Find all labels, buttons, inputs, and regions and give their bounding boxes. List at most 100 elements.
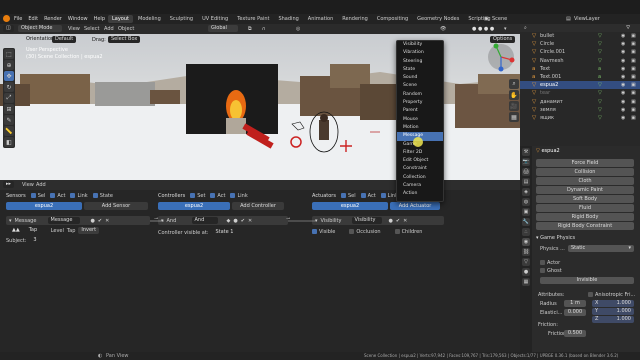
select-tool-icon[interactable]: ⬚ — [4, 49, 14, 59]
menu-item-parent[interactable]: Parent — [397, 107, 443, 115]
rotate-tool-icon[interactable]: ↻ — [4, 82, 14, 92]
outliner-funnel-icon[interactable]: ⛛ — [626, 25, 630, 31]
menu-item-mouse[interactable]: Mouse — [397, 116, 443, 124]
menu-select[interactable]: Select — [84, 26, 99, 32]
object-tab-icon[interactable]: ▣ — [522, 208, 530, 216]
outliner-filter-icon[interactable]: ⌕ — [524, 25, 527, 31]
menu-window[interactable]: Window — [68, 16, 88, 22]
children-checkbox[interactable]: Children — [394, 229, 422, 235]
outliner-item-selected[interactable]: ▽ espua2 ▽ ◉ ▣ — [520, 81, 640, 90]
invisible-toggle[interactable]: Invisible — [540, 277, 634, 284]
menu-item-random[interactable]: Random — [397, 91, 443, 99]
actuators-toggle-act[interactable]: Act — [360, 193, 376, 199]
radius-field[interactable]: 1 m — [564, 300, 586, 307]
zoom-icon[interactable]: ⌕ — [509, 79, 519, 89]
cursor-tool-icon[interactable]: ⊕ — [4, 60, 14, 70]
particles-tab-icon[interactable]: ∴ — [522, 228, 530, 236]
outliner-item[interactable]: ▽ ящик ▽ ◉ ▣ — [520, 114, 640, 122]
outliner-item[interactable]: ▽ Navmesh ▽ ◉ ▣ — [520, 57, 640, 65]
add-actuator-button[interactable]: Add Actuator — [390, 202, 440, 210]
tab-layout[interactable]: Layout — [108, 15, 133, 23]
menu-item-sound[interactable]: Sound — [397, 74, 443, 82]
outliner-item[interactable]: a Text.001 a ◉ ▣ — [520, 73, 640, 81]
logic-menu-view[interactable]: View — [22, 182, 34, 188]
actuator-name-field[interactable]: Visibility — [351, 217, 382, 224]
add-cube-tool-icon[interactable]: ◧ — [4, 137, 14, 147]
force-field-button[interactable]: Force Field — [536, 159, 634, 167]
physics-type-select[interactable]: Static ▾ — [568, 245, 634, 252]
texture-tab-icon[interactable]: ▦ — [522, 278, 530, 286]
tab-compositing[interactable]: Compositing — [373, 15, 412, 23]
menu-file[interactable]: File — [14, 16, 22, 22]
sensors-toggle-sel[interactable]: Sel — [30, 193, 45, 199]
sensor-tap-toggle[interactable]: Tap — [67, 228, 75, 234]
menu-item-scene[interactable]: Scene — [397, 82, 443, 90]
shading-dropdown-icon[interactable]: ▾ — [504, 26, 507, 32]
menu-item-vibration[interactable]: Vibration — [397, 49, 443, 57]
annotate-tool-icon[interactable]: ✎ — [4, 115, 14, 125]
sensor-type-select[interactable]: Message — [15, 218, 45, 224]
scene-tab-icon[interactable]: ◈ — [522, 188, 530, 196]
sensor-skip-field[interactable]: Tap — [25, 227, 48, 234]
controllers-object-name[interactable]: espua2 — [158, 202, 230, 210]
shading-solid-icon[interactable]: ● ● ● ● — [472, 26, 494, 32]
outliner-item[interactable]: ▽ tear ▽ ◉ ▣ — [520, 89, 640, 97]
menu-item-action[interactable]: Action — [397, 190, 443, 198]
transform-tool-icon[interactable]: ⊞ — [4, 104, 14, 114]
tab-modeling[interactable]: Modeling — [134, 15, 165, 23]
subject-field[interactable]: 3 — [30, 237, 131, 244]
visibility-icon[interactable]: 👁 — [440, 26, 446, 32]
tool-tab-icon[interactable]: ⚒ — [522, 148, 530, 156]
proportional-edit-icon[interactable]: ◎ — [296, 26, 300, 32]
actuators-toggle-sel[interactable]: Sel — [340, 193, 356, 199]
friction-field[interactable]: 0.500 — [564, 330, 586, 337]
controller-state-select[interactable]: State 1 — [212, 229, 273, 236]
logic-menu-add[interactable]: Add — [36, 182, 46, 188]
tab-scripting[interactable]: Scripting — [464, 15, 494, 23]
camera-view-icon[interactable]: 🎥 — [509, 101, 519, 111]
orientation-select[interactable]: Default — [52, 36, 77, 43]
menu-edit[interactable]: Edit — [28, 16, 38, 22]
menu-item-constraint[interactable]: Constraint — [397, 165, 443, 173]
world-tab-icon[interactable]: ◍ — [522, 198, 530, 206]
elasticity-field[interactable]: 0.000 — [564, 309, 586, 316]
visible-checkbox[interactable]: Visible — [312, 229, 335, 235]
tab-sculpting[interactable]: Sculpting — [166, 15, 197, 23]
drag-select[interactable]: Select Box — [108, 36, 141, 43]
render-tab-icon[interactable]: 📷 — [522, 158, 530, 166]
menu-view[interactable]: View — [68, 26, 80, 32]
anisotropic-y-field[interactable]: Y 1.000 — [592, 308, 634, 315]
collision-button[interactable]: Collision — [536, 168, 634, 176]
modifier-tab-icon[interactable]: 🔧 — [522, 218, 530, 226]
menu-item-motion[interactable]: Motion — [397, 124, 443, 132]
outliner-item[interactable]: ▽ земля ▽ ◉ ▣ — [520, 106, 640, 114]
menu-object[interactable]: Object — [118, 26, 134, 32]
navigation-gizmo[interactable] — [486, 42, 516, 72]
rigid-body-constraint-button[interactable]: Rigid Body Constraint — [536, 222, 634, 230]
editor-type-icon[interactable]: ◫ — [3, 25, 14, 32]
anisotropic-z-field[interactable]: Z 1.000 — [592, 316, 634, 323]
sensor-name-field[interactable]: Message — [47, 217, 80, 224]
tab-rendering[interactable]: Rendering — [338, 15, 372, 23]
menu-item-state[interactable]: State — [397, 66, 443, 74]
sensors-object-name[interactable]: espua2 — [6, 202, 82, 210]
sensor-pulse-true-icon[interactable]: ▲▲ — [9, 227, 23, 234]
move-tool-icon[interactable]: ✥ — [4, 71, 14, 81]
actuator-type-select[interactable]: Visibility — [321, 218, 349, 224]
outliner-item[interactable]: ▽ bullet ▽ ◉ ▣ — [520, 32, 640, 40]
controllers-toggle-link[interactable]: Link — [230, 193, 248, 199]
tab-shading[interactable]: Shading — [274, 15, 302, 23]
menu-item-visibility[interactable]: Visibility — [397, 41, 443, 49]
scene-name[interactable]: Scene — [492, 16, 507, 22]
sensors-toggle-state[interactable]: State — [92, 193, 113, 199]
sensors-toggle-link[interactable]: Link — [70, 193, 88, 199]
output-tab-icon[interactable]: 🖨 — [522, 168, 530, 176]
physics-tab-icon[interactable]: ◉ — [522, 238, 530, 246]
constraints-tab-icon[interactable]: ⛓ — [522, 248, 530, 256]
controllers-toggle-set[interactable]: Set — [190, 193, 205, 199]
rigid-body-button[interactable]: Rigid Body — [536, 213, 634, 221]
scale-tool-icon[interactable]: ⤢ — [4, 93, 14, 103]
add-sensor-button[interactable]: Add Sensor — [84, 202, 148, 210]
blender-logo-icon[interactable] — [3, 15, 10, 22]
sensor-collapse-icon[interactable]: ▾ — [9, 218, 12, 224]
